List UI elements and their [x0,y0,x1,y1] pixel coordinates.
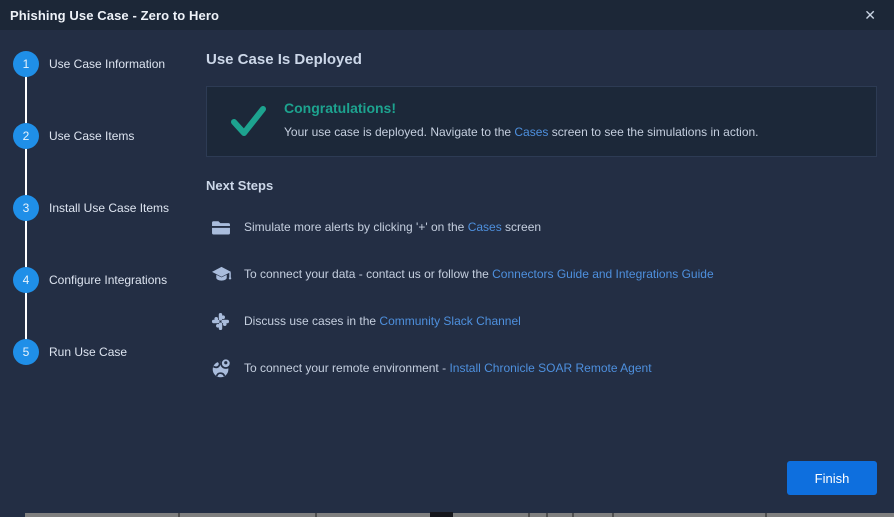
next-step-row-remote-agent: To connect your remote environment - Ins… [206,356,652,380]
text-segment: screen [502,220,541,234]
finish-button[interactable]: Finish [787,461,877,495]
text-segment: Simulate more alerts by clicking '+' on … [244,220,468,234]
congratulations-message: Your use case is deployed. Navigate to t… [284,125,759,139]
page-title: Use Case Is Deployed [206,51,362,68]
step-number-badge: 2 [13,123,39,149]
background-page-edge [25,513,894,517]
step-label: Run Use Case [49,345,127,359]
text-segment: Discuss use cases in the [244,314,379,328]
tick-mark [572,513,574,517]
next-step-text: To connect your remote environment - Ins… [244,361,652,375]
tick-mark [178,513,180,517]
next-steps-heading: Next Steps [206,178,273,193]
tick-mark [612,513,614,517]
cases-link[interactable]: Cases [514,125,548,139]
next-step-text: Discuss use cases in the Community Slack… [244,314,521,328]
wizard-step-configure-integrations[interactable]: 4 Configure Integrations [13,267,167,293]
step-label: Use Case Items [49,129,134,143]
congratulations-banner: Congratulations! Your use case is deploy… [206,86,877,157]
step-label: Install Use Case Items [49,201,169,215]
tick-mark [546,513,548,517]
next-step-text: To connect your data - contact us or fol… [244,267,714,281]
checkmark-icon [230,104,268,138]
step-number-badge: 5 [13,339,39,365]
dialog-title: Phishing Use Case - Zero to Hero [10,8,219,23]
scrollbar-thumb [430,512,453,517]
next-step-row-simulate-alerts: Simulate more alerts by clicking '+' on … [206,215,541,239]
globe-pin-icon [206,357,244,379]
tick-mark [528,513,530,517]
next-step-text: Simulate more alerts by clicking '+' on … [244,220,541,234]
wizard-step-use-case-items[interactable]: 2 Use Case Items [13,123,134,149]
tick-mark [315,513,317,517]
close-icon[interactable]: ✕ [858,6,882,24]
congratulations-title: Congratulations! [284,100,396,116]
wizard-step-use-case-information[interactable]: 1 Use Case Information [13,51,165,77]
next-step-row-connect-data: To connect your data - contact us or fol… [206,262,714,286]
step-number-badge: 1 [13,51,39,77]
next-step-row-community-slack: Discuss use cases in the Community Slack… [206,309,521,333]
message-text: screen to see the simulations in action. [548,125,758,139]
wizard-step-install-use-case-items[interactable]: 3 Install Use Case Items [13,195,169,221]
step-number-badge: 4 [13,267,39,293]
use-case-wizard-dialog: Phishing Use Case - Zero to Hero ✕ 1 Use… [0,0,894,517]
step-label: Configure Integrations [49,273,167,287]
graduation-cap-icon [206,265,244,284]
text-segment: To connect your remote environment - [244,361,449,375]
folder-icon [206,219,244,236]
step-number-badge: 3 [13,195,39,221]
tick-mark [765,513,767,517]
connectors-guide-link[interactable]: Connectors Guide and Integrations Guide [492,267,713,281]
community-slack-link[interactable]: Community Slack Channel [379,314,520,328]
text-segment: To connect your data - contact us or fol… [244,267,492,281]
wizard-step-run-use-case[interactable]: 5 Run Use Case [13,339,127,365]
step-label: Use Case Information [49,57,165,71]
dialog-titlebar: Phishing Use Case - Zero to Hero ✕ [0,0,894,30]
remote-agent-link[interactable]: Install Chronicle SOAR Remote Agent [449,361,651,375]
slack-icon [206,312,244,331]
message-text: Your use case is deployed. Navigate to t… [284,125,514,139]
cases-link[interactable]: Cases [468,220,502,234]
